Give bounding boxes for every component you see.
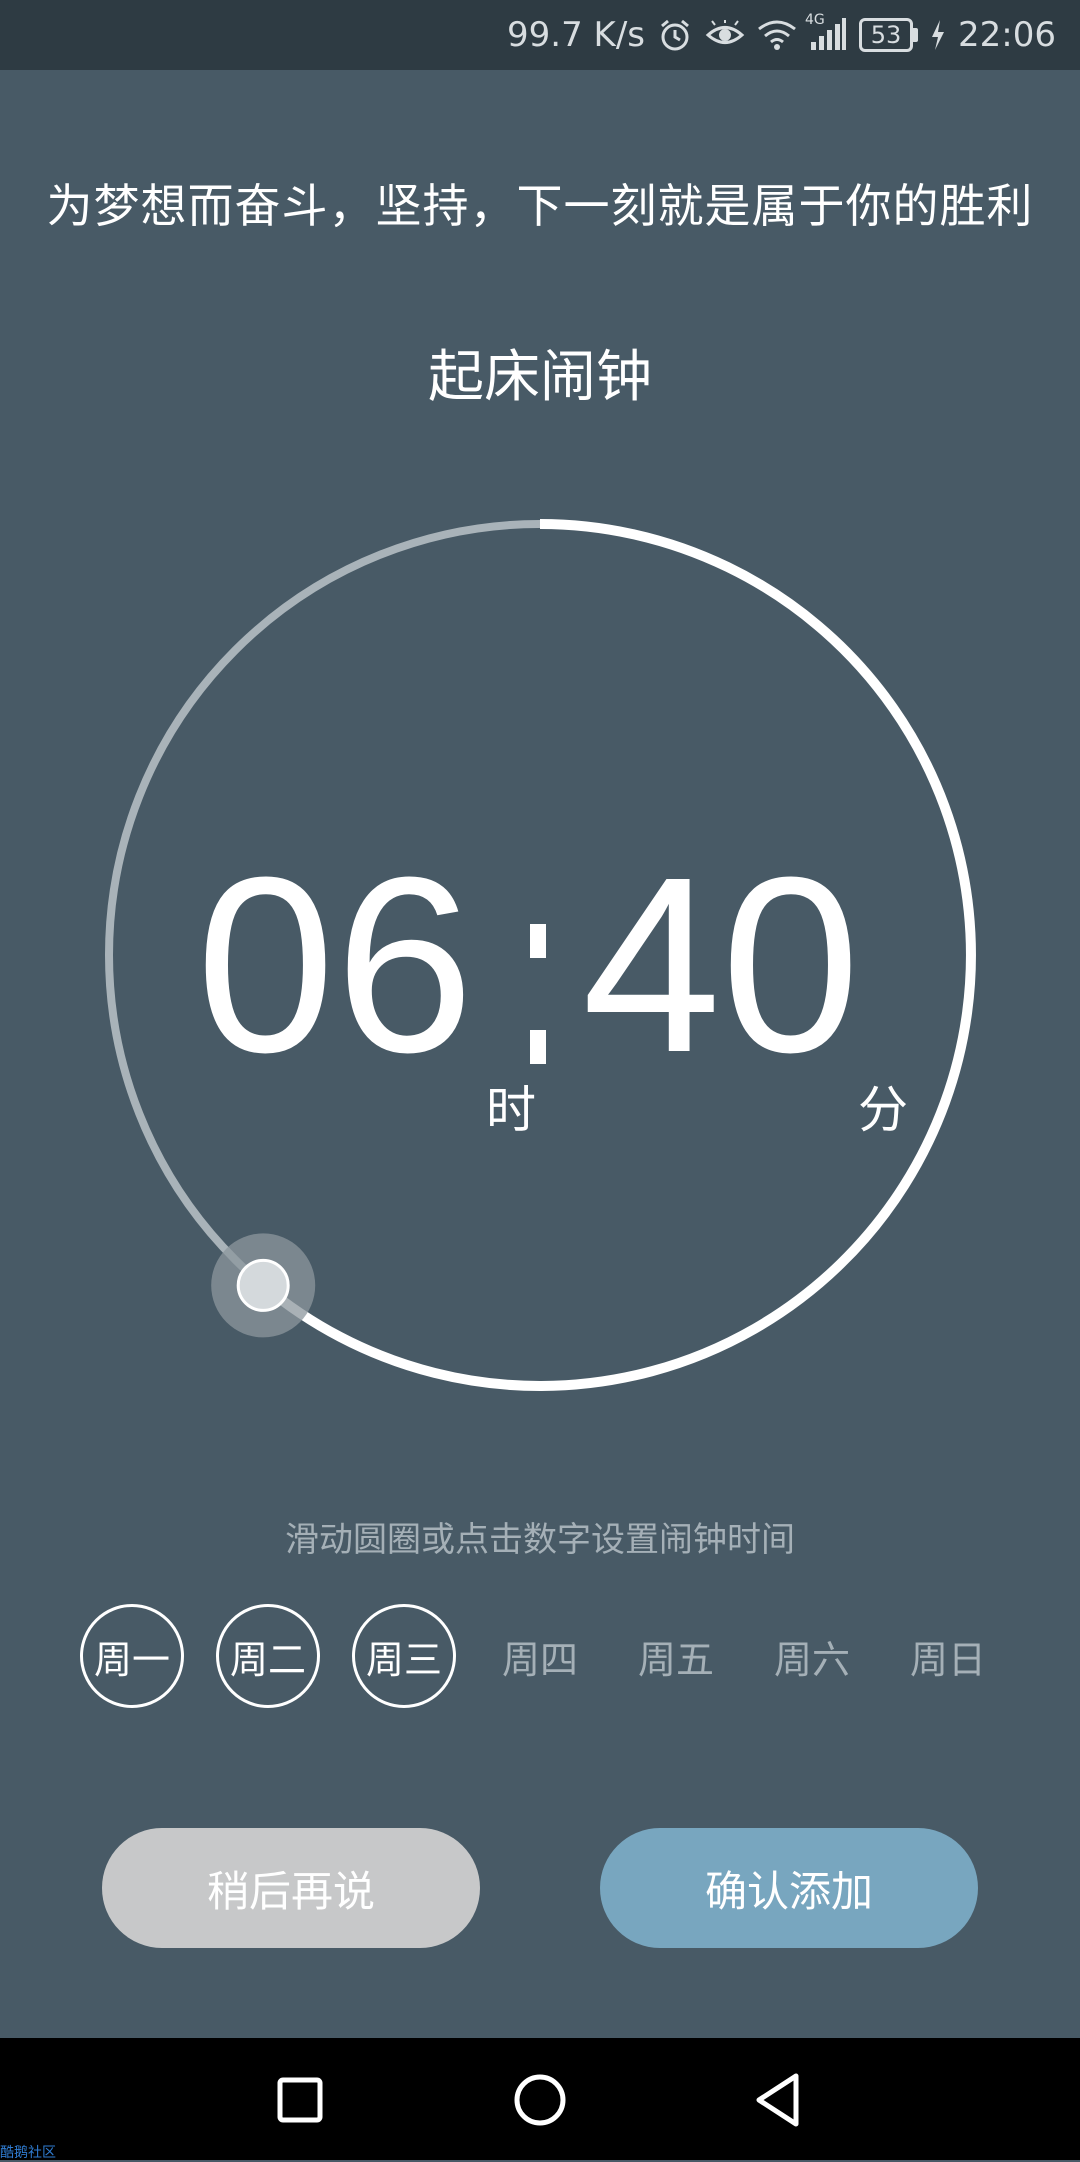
- later-button[interactable]: 稍后再说: [102, 1828, 480, 1948]
- hour-unit-label: 时: [486, 1081, 536, 1139]
- cellular-signal-icon: 4G: [805, 12, 847, 52]
- weekday-selector: 周一 周二 周三 周四 周五 周六 周日: [80, 1604, 1000, 1710]
- status-bar: 99.7 K/s 4G 53 22:06: [0, 0, 1080, 70]
- weekday-sat[interactable]: 周六: [760, 1604, 864, 1708]
- watermark: 酷鹅社区: [0, 2145, 56, 2161]
- confirm-add-button[interactable]: 确认添加: [600, 1828, 978, 1948]
- weekday-tue[interactable]: 周二: [216, 1604, 320, 1708]
- wifi-icon: [757, 19, 797, 51]
- minute-unit-label: 分: [858, 1081, 908, 1139]
- hint-text: 滑动圆圈或点击数字设置闹钟时间: [285, 1520, 795, 1560]
- battery-icon: 53: [859, 18, 919, 52]
- hour-digits[interactable]: 06: [196, 840, 496, 1090]
- weekday-sun[interactable]: 周日: [896, 1604, 1000, 1708]
- status-icons: 99.7 K/s 4G 53 22:06: [507, 0, 1056, 70]
- weekday-thu[interactable]: 周四: [488, 1604, 592, 1708]
- weekday-mon[interactable]: 周一: [80, 1604, 184, 1708]
- navigation-bar: [0, 2038, 1080, 2160]
- back-icon[interactable]: [740, 2060, 820, 2140]
- battery-level: 53: [859, 18, 914, 52]
- alarm-title: 起床闹钟: [428, 345, 652, 410]
- home-icon[interactable]: [500, 2060, 580, 2140]
- time-display: 06 40: [0, 840, 1080, 1090]
- recent-apps-icon[interactable]: [260, 2060, 340, 2140]
- weekday-wed[interactable]: 周三: [352, 1604, 456, 1708]
- network-type: 4G: [805, 12, 825, 28]
- alarm-clock-icon: [657, 17, 693, 53]
- weekday-fri[interactable]: 周五: [624, 1604, 728, 1708]
- charging-icon: [930, 20, 946, 50]
- minute-digits[interactable]: 40: [582, 840, 882, 1090]
- dial-handle[interactable]: [236, 1258, 290, 1312]
- clock-time: 22:06: [958, 15, 1056, 55]
- network-speed: 99.7 K/s: [507, 15, 646, 55]
- eye-comfort-icon: [705, 20, 745, 50]
- motto-text: 为梦想而奋斗，坚持，下一刻就是属于你的胜利: [46, 179, 1034, 233]
